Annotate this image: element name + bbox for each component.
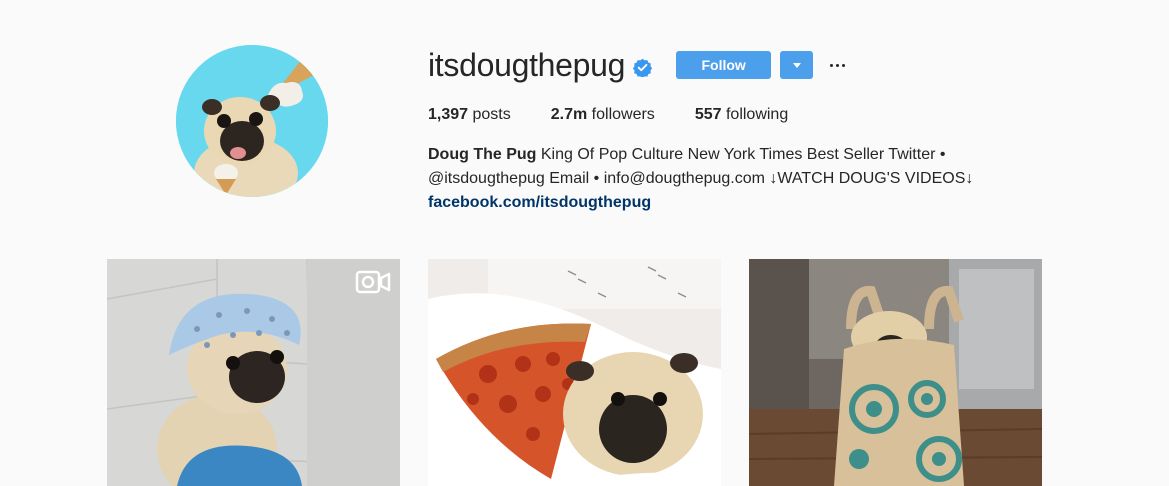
- following-stat[interactable]: 557 following: [695, 106, 788, 124]
- username: itsdougthepug: [428, 47, 626, 83]
- bio-text-1: King Of Pop Culture New York Times Best …: [536, 146, 946, 163]
- following-count: 557: [694, 106, 722, 123]
- profile-stats: 1,397 posts 2.7m followers 557 following: [428, 103, 1128, 127]
- more-options-button[interactable]: [827, 55, 847, 75]
- profile-bio: Doug The Pug King Of Pop Culture New Yor…: [428, 143, 1068, 215]
- avatar-image: [176, 45, 328, 197]
- posts-label: posts: [472, 106, 511, 123]
- post-image: [107, 259, 400, 486]
- followers-label: followers: [591, 106, 655, 123]
- followers-stat[interactable]: 2.7m followers: [551, 106, 655, 124]
- post-tile[interactable]: [749, 259, 1042, 486]
- verified-badge-icon: [633, 58, 653, 77]
- post-tile[interactable]: [107, 259, 400, 486]
- profile-header: itsdougthepug Follow 1,397 posts 2.7m fo…: [428, 42, 1128, 215]
- chevron-down-icon: [792, 62, 801, 68]
- full-name: Doug The Pug: [428, 146, 537, 163]
- posts-count: 1,397: [428, 106, 469, 123]
- post-image: [428, 259, 721, 486]
- bio-line-1: Doug The Pug King Of Pop Culture New Yor…: [428, 143, 1068, 167]
- profile-avatar[interactable]: [176, 45, 328, 197]
- ellipsis-icon: [829, 63, 833, 67]
- following-label: following: [725, 106, 789, 123]
- title-row: itsdougthepug Follow: [428, 42, 1128, 88]
- post-tile[interactable]: [428, 259, 721, 486]
- follow-button[interactable]: Follow: [676, 51, 772, 79]
- posts-stat: 1,397 posts: [428, 106, 511, 124]
- external-link[interactable]: facebook.com/itsdougthepug: [428, 191, 1068, 215]
- post-image: [749, 259, 1042, 486]
- bio-line-2: @itsdougthepug Email • info@dougthepug.c…: [428, 170, 974, 187]
- suggestions-dropdown-button[interactable]: [780, 51, 814, 79]
- followers-count: 2.7m: [550, 106, 588, 123]
